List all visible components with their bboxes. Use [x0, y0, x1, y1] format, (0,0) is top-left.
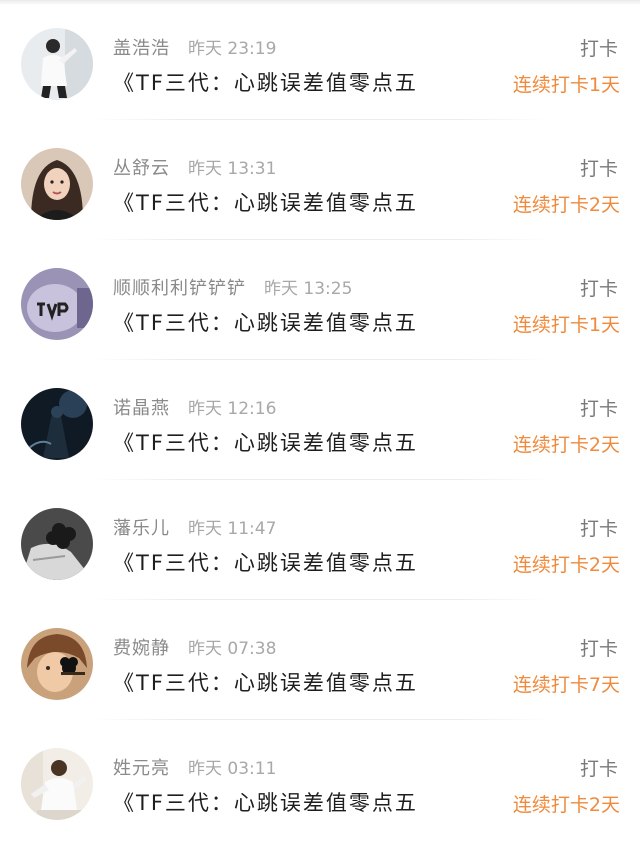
post-time: 昨天 13:31 — [188, 159, 277, 179]
checkin-title[interactable]: 《TF三代：心跳误差值零点五 — [113, 308, 418, 338]
post-time: 昨天 23:19 — [188, 39, 277, 59]
avatar-man-white-shirt-icon — [21, 28, 93, 100]
streak-label: 连续打卡2天 — [512, 554, 620, 576]
avatar[interactable] — [21, 148, 93, 220]
list-item[interactable]: 藩乐儿 昨天 11:47 《TF三代：心跳误差值零点五 打卡 连续打卡2天 — [0, 480, 640, 600]
avatar-woman-portrait-icon — [21, 148, 93, 220]
item-meta: 盖浩浩 昨天 23:19 — [113, 36, 276, 62]
user-name[interactable]: 费婉静 — [113, 638, 170, 659]
checkin-title[interactable]: 《TF三代：心跳误差值零点五 — [113, 788, 418, 818]
user-name[interactable]: 姓元亮 — [113, 758, 170, 779]
post-time: 昨天 11:47 — [188, 519, 277, 539]
checkin-button[interactable]: 打卡 — [580, 156, 618, 182]
list-item[interactable]: 费婉静 昨天 07:38 《TF三代：心跳误差值零点五 打卡 连续打卡7天 — [0, 600, 640, 720]
item-meta: 诺晶燕 昨天 12:16 — [113, 396, 276, 422]
avatar[interactable] — [21, 628, 93, 700]
streak-label: 连续打卡2天 — [512, 194, 620, 216]
item-meta: 藩乐儿 昨天 11:47 — [113, 516, 276, 542]
post-time: 昨天 03:11 — [188, 759, 277, 779]
item-meta: 丛舒云 昨天 13:31 — [113, 156, 276, 182]
avatar-tvp-hand-icon — [21, 268, 93, 340]
item-meta: 费婉静 昨天 07:38 — [113, 636, 276, 662]
avatar[interactable] — [21, 508, 93, 580]
list-item[interactable]: 盖浩浩 昨天 23:19 《TF三代：心跳误差值零点五 打卡 连续打卡1天 — [0, 0, 640, 120]
checkin-button[interactable]: 打卡 — [580, 756, 618, 782]
avatar[interactable] — [21, 28, 93, 100]
avatar-child-flower-icon — [21, 628, 93, 700]
checkin-title[interactable]: 《TF三代：心跳误差值零点五 — [113, 548, 418, 578]
post-time: 昨天 12:16 — [188, 399, 277, 419]
user-name[interactable]: 顺顺利利铲铲铲 — [113, 278, 246, 299]
post-time: 昨天 07:38 — [188, 639, 277, 659]
item-meta: 姓元亮 昨天 03:11 — [113, 756, 276, 782]
avatar-man-bright-room-icon — [21, 748, 93, 820]
item-meta: 顺顺利利铲铲铲 昨天 13:25 — [113, 276, 352, 302]
checkin-button[interactable]: 打卡 — [580, 396, 618, 422]
user-name[interactable]: 诺晶燕 — [113, 398, 170, 419]
checkin-button[interactable]: 打卡 — [580, 516, 618, 542]
checkin-button[interactable]: 打卡 — [580, 636, 618, 662]
user-name[interactable]: 丛舒云 — [113, 158, 170, 179]
checkin-button[interactable]: 打卡 — [580, 276, 618, 302]
list-item[interactable]: 顺顺利利铲铲铲 昨天 13:25 《TF三代：心跳误差值零点五 打卡 连续打卡1天 — [0, 240, 640, 360]
checkin-feed-list: 盖浩浩 昨天 23:19 《TF三代：心跳误差值零点五 打卡 连续打卡1天 丛舒云… — [0, 0, 640, 840]
checkin-button[interactable]: 打卡 — [580, 36, 618, 62]
post-time: 昨天 13:25 — [264, 279, 353, 299]
avatar[interactable] — [21, 268, 93, 340]
streak-label: 连续打卡7天 — [512, 674, 620, 696]
avatar-dark-figure-icon — [21, 388, 93, 460]
streak-label: 连续打卡1天 — [512, 314, 620, 336]
list-item[interactable]: 丛舒云 昨天 13:31 《TF三代：心跳误差值零点五 打卡 连续打卡2天 — [0, 120, 640, 240]
user-name[interactable]: 盖浩浩 — [113, 38, 170, 59]
avatar[interactable] — [21, 388, 93, 460]
checkin-title[interactable]: 《TF三代：心跳误差值零点五 — [113, 668, 418, 698]
list-item[interactable]: 姓元亮 昨天 03:11 《TF三代：心跳误差值零点五 打卡 连续打卡2天 — [0, 720, 640, 840]
avatar[interactable] — [21, 748, 93, 820]
streak-label: 连续打卡1天 — [512, 74, 620, 96]
streak-label: 连续打卡2天 — [512, 794, 620, 816]
list-item[interactable]: 诺晶燕 昨天 12:16 《TF三代：心跳误差值零点五 打卡 连续打卡2天 — [0, 360, 640, 480]
user-name[interactable]: 藩乐儿 — [113, 518, 170, 539]
checkin-title[interactable]: 《TF三代：心跳误差值零点五 — [113, 428, 418, 458]
checkin-title[interactable]: 《TF三代：心跳误差值零点五 — [113, 188, 418, 218]
streak-label: 连续打卡2天 — [512, 434, 620, 456]
avatar-flower-hand-icon — [21, 508, 93, 580]
checkin-title[interactable]: 《TF三代：心跳误差值零点五 — [113, 68, 418, 98]
